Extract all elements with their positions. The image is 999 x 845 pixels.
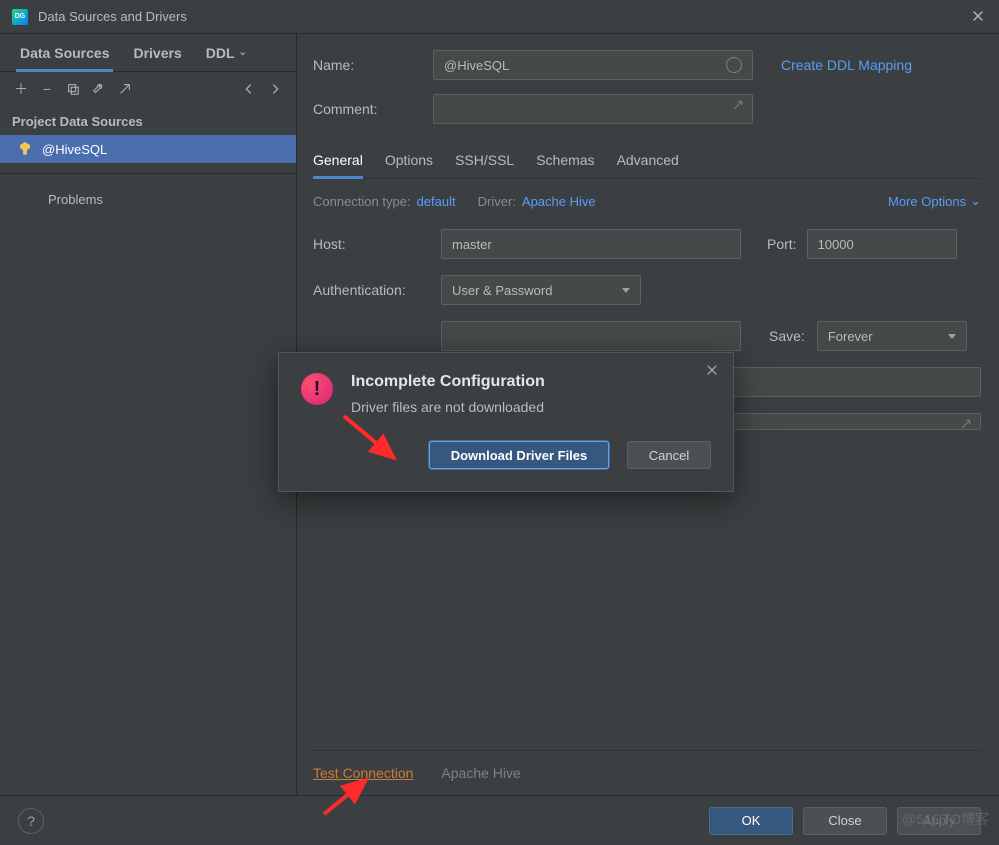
hive-icon <box>18 141 34 157</box>
tab-general[interactable]: General <box>313 142 363 178</box>
tab-ddl[interactable]: DDL ⌄ <box>194 34 259 71</box>
tab-drivers[interactable]: Drivers <box>121 34 193 71</box>
host-label: Host: <box>313 236 423 252</box>
comment-input[interactable] <box>433 94 753 124</box>
problems-item[interactable]: Problems <box>0 184 296 215</box>
chevron-down-icon <box>948 334 956 339</box>
expand-icon[interactable] <box>732 99 746 113</box>
more-options-link[interactable]: More Options ⌄ <box>888 193 981 209</box>
auth-value: User & Password <box>452 283 552 298</box>
chevron-down-icon <box>622 288 630 293</box>
bottom-bar: ? OK Close Apply <box>0 795 999 845</box>
app-logo-icon: DG <box>12 9 28 25</box>
data-source-label: @HiveSQL <box>42 142 107 157</box>
incomplete-config-modal: ! Incomplete Configuration Driver files … <box>278 352 734 492</box>
window-title: Data Sources and Drivers <box>38 9 971 24</box>
tab-schemas[interactable]: Schemas <box>536 142 594 178</box>
add-icon[interactable]: ＋ <box>10 78 32 100</box>
modal-close-icon[interactable] <box>705 363 721 379</box>
close-button[interactable]: Close <box>803 807 887 835</box>
wrench-icon[interactable] <box>88 78 110 100</box>
password-input-hidden[interactable] <box>441 321 741 351</box>
tab-ssh-ssl[interactable]: SSH/SSL <box>455 142 514 178</box>
window-close-icon[interactable] <box>971 9 987 25</box>
conn-type-label: Connection type: <box>313 194 411 209</box>
separator <box>0 173 296 174</box>
side-toolbar: ＋ − <box>0 72 296 106</box>
help-button[interactable]: ? <box>18 808 44 834</box>
auth-select[interactable]: User & Password <box>441 275 641 305</box>
sidebar: Data Sources Drivers DDL ⌄ ＋ − <box>0 34 297 795</box>
make-global-icon[interactable] <box>114 78 136 100</box>
config-tabs: General Options SSH/SSL Schemas Advanced <box>313 142 981 179</box>
download-driver-button[interactable]: Download Driver Files <box>429 441 609 469</box>
watermark: @51CTO博客 <box>902 809 989 829</box>
port-value: 10000 <box>818 237 854 252</box>
save-value: Forever <box>828 329 873 344</box>
chevron-down-icon: ⌄ <box>239 47 247 58</box>
tab-label: DDL <box>206 45 235 61</box>
test-row: Test Connection Apache Hive <box>313 750 981 795</box>
back-icon[interactable] <box>238 78 260 100</box>
modal-title: Incomplete Configuration <box>351 373 711 391</box>
ok-button[interactable]: OK <box>709 807 793 835</box>
driver-value[interactable]: Apache Hive <box>522 194 596 209</box>
save-label: Save: <box>769 328 805 344</box>
warning-icon: ! <box>301 373 333 405</box>
group-header: Project Data Sources <box>0 106 296 135</box>
meta-row: Connection type: default Driver: Apache … <box>313 193 981 209</box>
cancel-button[interactable]: Cancel <box>627 441 711 469</box>
auth-label: Authentication: <box>313 282 423 298</box>
host-value: master <box>452 237 492 252</box>
conn-type-value[interactable]: default <box>417 194 456 209</box>
port-input[interactable]: 10000 <box>807 229 957 259</box>
title-bar: DG Data Sources and Drivers <box>0 0 999 34</box>
copy-icon[interactable] <box>62 78 84 100</box>
side-tabs: Data Sources Drivers DDL ⌄ <box>0 34 296 72</box>
data-source-item[interactable]: @HiveSQL <box>0 135 296 163</box>
host-input[interactable]: master <box>441 229 741 259</box>
forward-icon[interactable] <box>264 78 286 100</box>
more-options-label: More Options <box>888 194 966 209</box>
chevron-down-icon: ⌄ <box>970 193 981 209</box>
remove-icon[interactable]: − <box>36 78 58 100</box>
tab-advanced[interactable]: Advanced <box>617 142 679 178</box>
tab-data-sources[interactable]: Data Sources <box>8 34 121 71</box>
save-select[interactable]: Forever <box>817 321 967 351</box>
tab-label: Data Sources <box>20 45 109 61</box>
modal-message: Driver files are not downloaded <box>351 399 711 415</box>
comment-label: Comment: <box>313 101 423 117</box>
tab-label: Drivers <box>133 45 181 61</box>
create-ddl-mapping-link[interactable]: Create DDL Mapping <box>781 57 912 73</box>
name-input[interactable]: @HiveSQL <box>433 50 753 80</box>
test-driver-label: Apache Hive <box>441 765 520 781</box>
tab-options[interactable]: Options <box>385 142 433 178</box>
reset-color-icon[interactable] <box>726 57 742 73</box>
name-value: @HiveSQL <box>444 58 509 73</box>
test-connection-link[interactable]: Test Connection <box>313 765 413 781</box>
name-label: Name: <box>313 57 423 73</box>
port-label: Port: <box>767 236 797 252</box>
driver-label: Driver: <box>478 194 516 209</box>
expand-icon[interactable] <box>960 418 974 432</box>
